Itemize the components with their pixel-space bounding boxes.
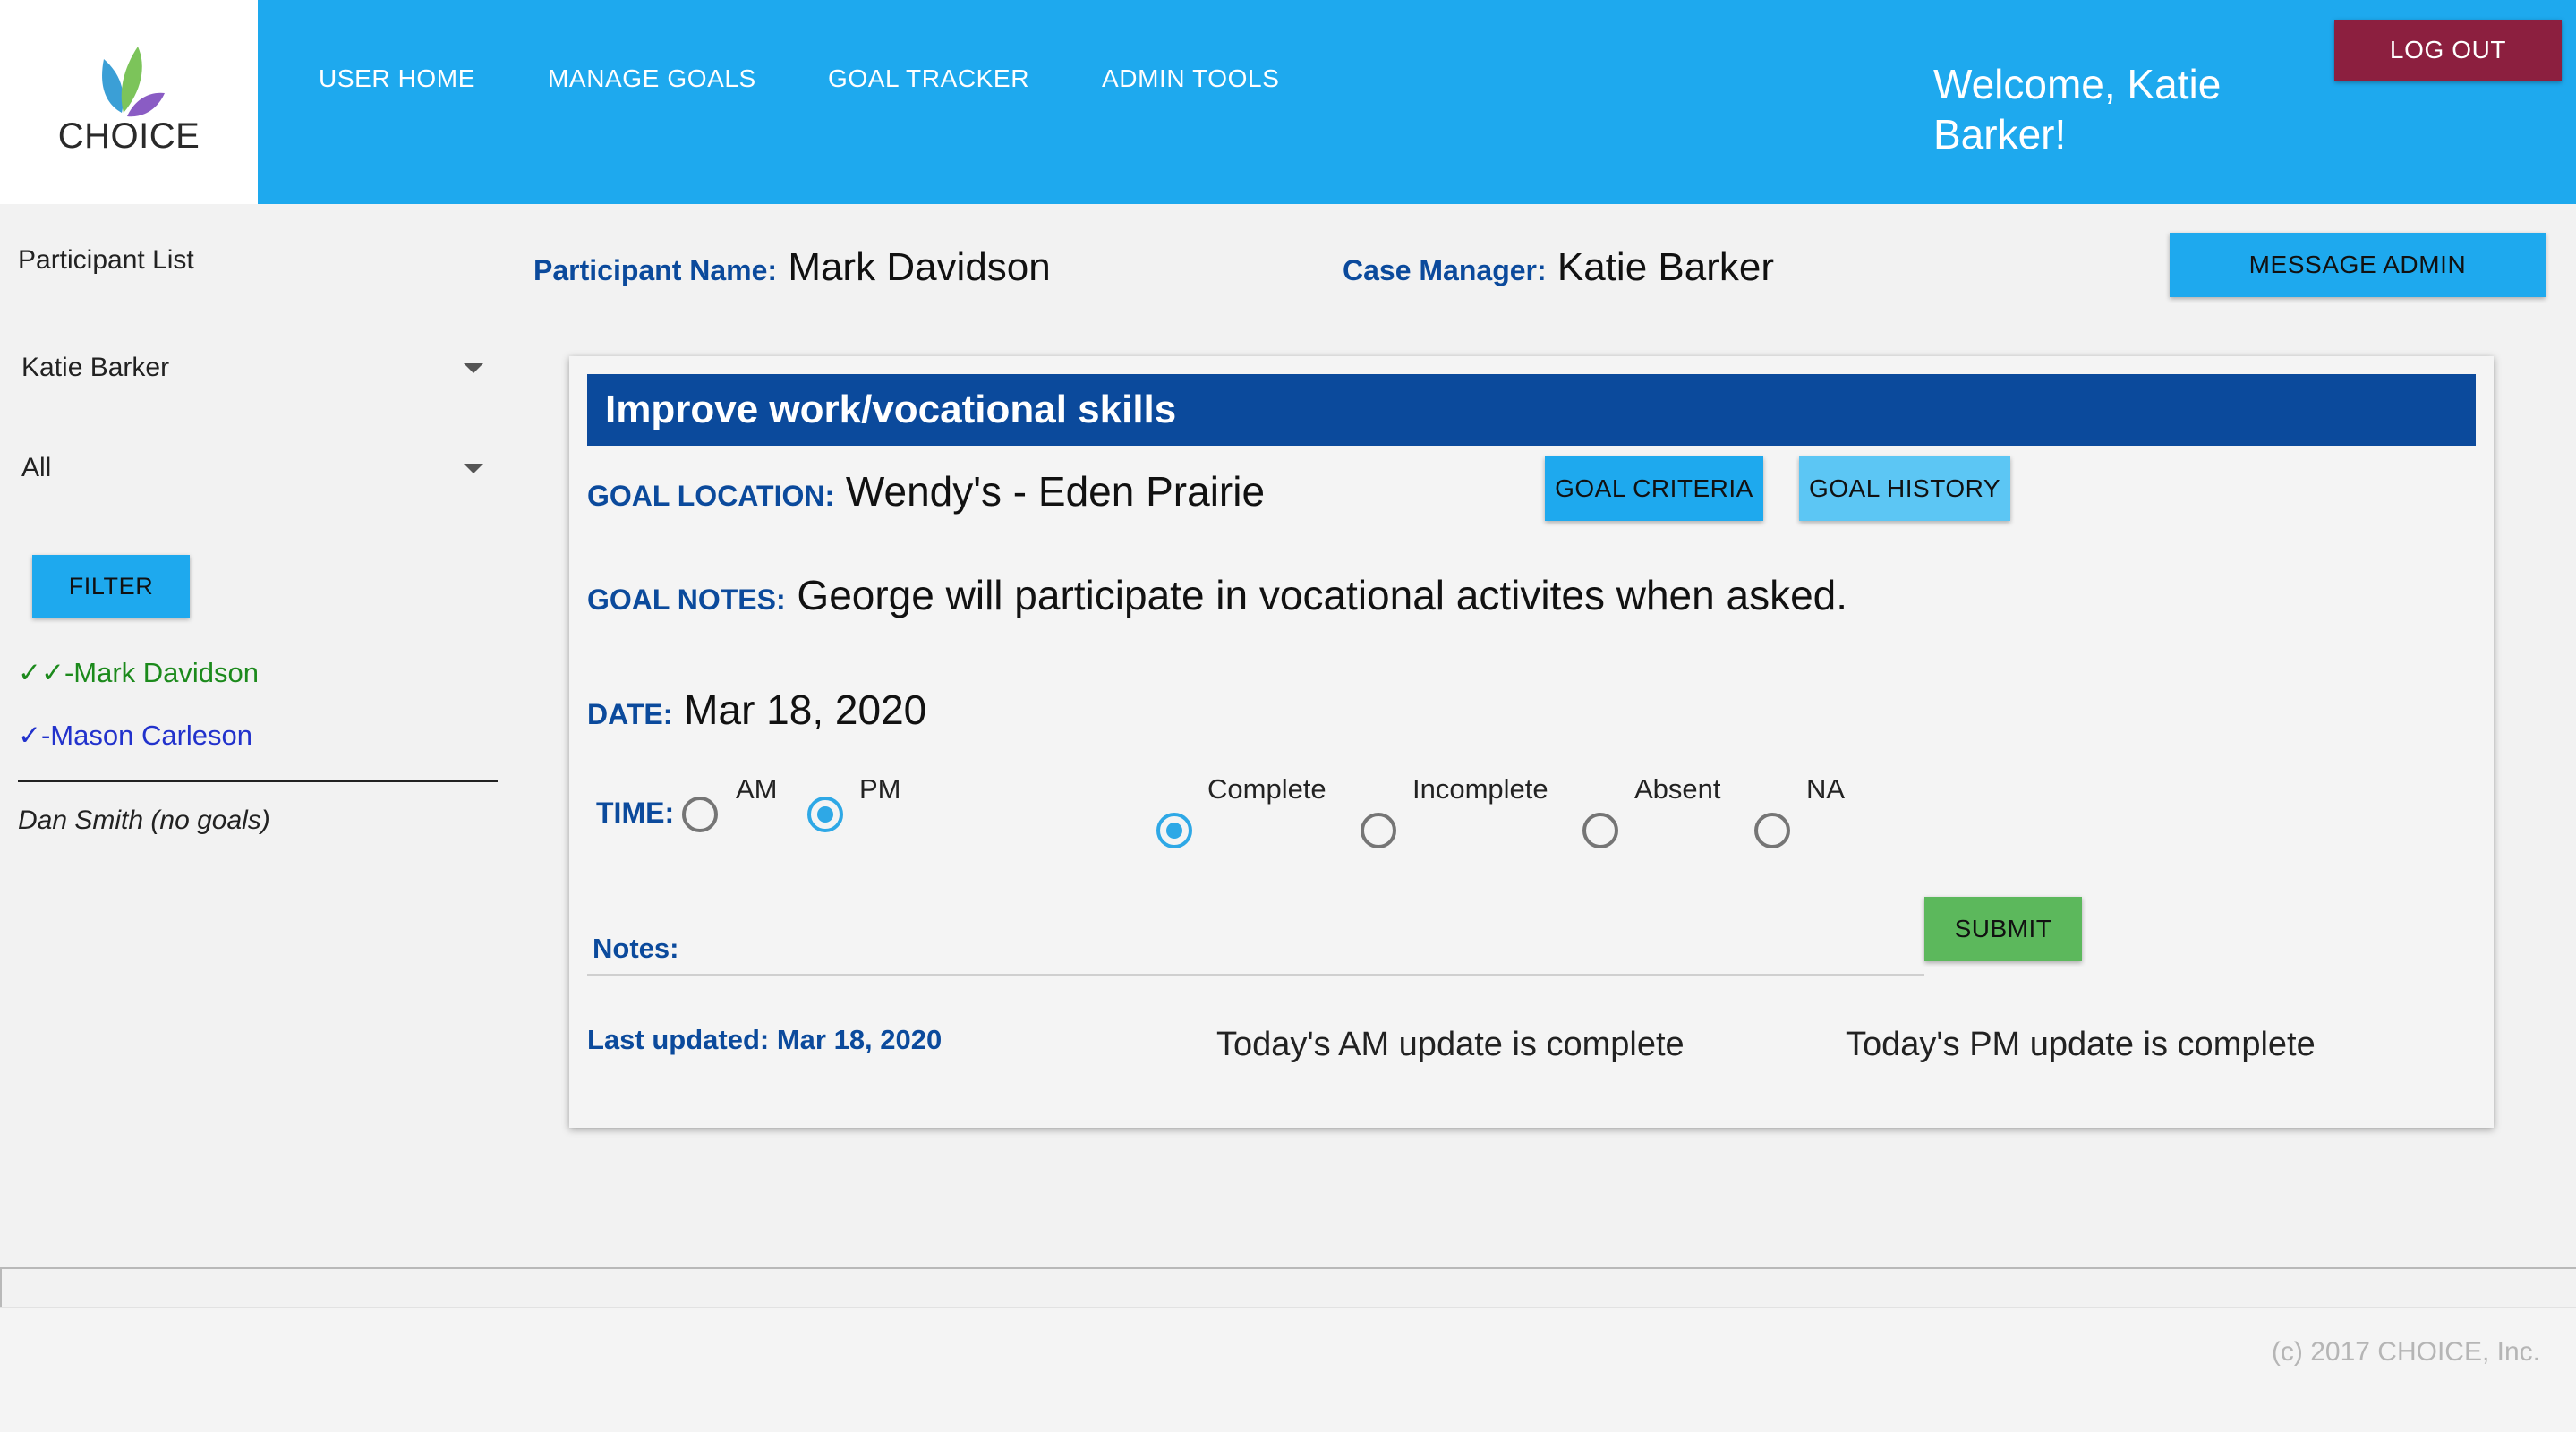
filter-button[interactable]: FILTER — [32, 555, 190, 618]
goal-card: Improve work/vocational skills GOAL LOCA… — [569, 356, 2494, 1128]
chevron-down-icon — [464, 363, 483, 373]
case-manager-select[interactable]: Katie Barker — [18, 344, 492, 397]
participant-list-title: Participant List — [18, 245, 194, 275]
goal-location-label: GOAL LOCATION: — [587, 480, 835, 512]
participant-dan-smith: Dan Smith (no goals) — [18, 806, 270, 835]
goal-notes-value: George will participate in vocational ac… — [797, 572, 1848, 618]
time-pm-radio[interactable] — [807, 797, 843, 832]
participant-mason-carleson[interactable]: ✓-Mason Carleson — [18, 720, 252, 752]
am-status-text: Today's AM update is complete — [1216, 1026, 1685, 1063]
participant-mark-davidson[interactable]: ✓✓-Mark Davidson — [18, 657, 259, 689]
status-incomplete-radio[interactable] — [1361, 813, 1396, 848]
footer-divider — [0, 1267, 2576, 1269]
time-pm-label: PM — [859, 773, 901, 805]
logout-button[interactable]: LOG OUT — [2334, 20, 2562, 81]
status-complete-label: Complete — [1207, 773, 1326, 805]
goal-title: Improve work/vocational skills — [587, 374, 2476, 446]
case-manager-row: Case Manager: Katie Barker — [1343, 245, 1774, 290]
participant-name-label: Participant Name: — [533, 254, 778, 286]
goal-location-row: GOAL LOCATION: Wendy's - Eden Prairie — [587, 467, 1265, 516]
goal-location-value: Wendy's - Eden Prairie — [845, 468, 1266, 515]
goal-history-button[interactable]: GOAL HISTORY — [1799, 456, 2010, 521]
status-incomplete-label: Incomplete — [1412, 773, 1548, 805]
status-complete-radio[interactable] — [1156, 813, 1192, 848]
welcome-message: Welcome, Katie Barker! — [1933, 61, 2222, 158]
goal-date-row: DATE: Mar 18, 2020 — [587, 686, 926, 734]
status-absent-label: Absent — [1634, 773, 1721, 805]
top-header: CHOICE USER HOME MANAGE GOALS GOAL TRACK… — [0, 0, 2576, 204]
message-admin-button[interactable]: MESSAGE ADMIN — [2170, 233, 2546, 297]
case-manager-label: Case Manager: — [1343, 254, 1547, 286]
case-manager-select-value: Katie Barker — [21, 353, 170, 382]
status-na-radio[interactable] — [1754, 813, 1790, 848]
logo[interactable]: CHOICE — [0, 0, 258, 204]
chevron-down-icon — [464, 464, 483, 473]
goal-notes-label: GOAL NOTES: — [587, 584, 786, 616]
sidebar-divider — [18, 780, 498, 782]
status-filter-select[interactable]: All — [18, 444, 492, 498]
goal-criteria-button[interactable]: GOAL CRITERIA — [1545, 456, 1763, 521]
choice-leaf-logo-icon — [102, 47, 165, 117]
footer-edge — [0, 1267, 2, 1307]
logo-text: CHOICE — [57, 116, 200, 156]
notes-field-label: Notes: — [593, 933, 679, 964]
time-am-radio[interactable] — [682, 797, 718, 832]
pm-status-text: Today's PM update is complete — [1846, 1026, 2316, 1063]
nav-manage-goals[interactable]: MANAGE GOALS — [548, 64, 756, 93]
goal-date-label: DATE: — [587, 698, 673, 730]
status-filter-select-value: All — [21, 453, 52, 482]
last-updated-text: Last updated: Mar 18, 2020 — [587, 1024, 943, 1055]
nav-admin-tools[interactable]: ADMIN TOOLS — [1102, 64, 1280, 93]
case-manager-value: Katie Barker — [1557, 245, 1774, 289]
footer-inner-divider — [0, 1307, 2576, 1308]
participant-name-value: Mark Davidson — [788, 245, 1051, 289]
notes-input[interactable] — [587, 974, 1924, 976]
status-absent-radio[interactable] — [1582, 813, 1618, 848]
participant-name-row: Participant Name: Mark Davidson — [533, 245, 1051, 290]
status-na-label: NA — [1806, 773, 1846, 805]
footer — [0, 1307, 2576, 1432]
goal-notes-row: GOAL NOTES: George will participate in v… — [587, 571, 1847, 619]
nav-user-home[interactable]: USER HOME — [319, 64, 475, 93]
time-label: TIME: — [596, 797, 675, 829]
goal-date-value: Mar 18, 2020 — [684, 686, 927, 733]
nav-goal-tracker[interactable]: GOAL TRACKER — [828, 64, 1029, 93]
submit-button[interactable]: SUBMIT — [1924, 897, 2082, 961]
time-am-label: AM — [736, 773, 778, 805]
copyright-text: (c) 2017 CHOICE, Inc. — [2271, 1337, 2540, 1367]
